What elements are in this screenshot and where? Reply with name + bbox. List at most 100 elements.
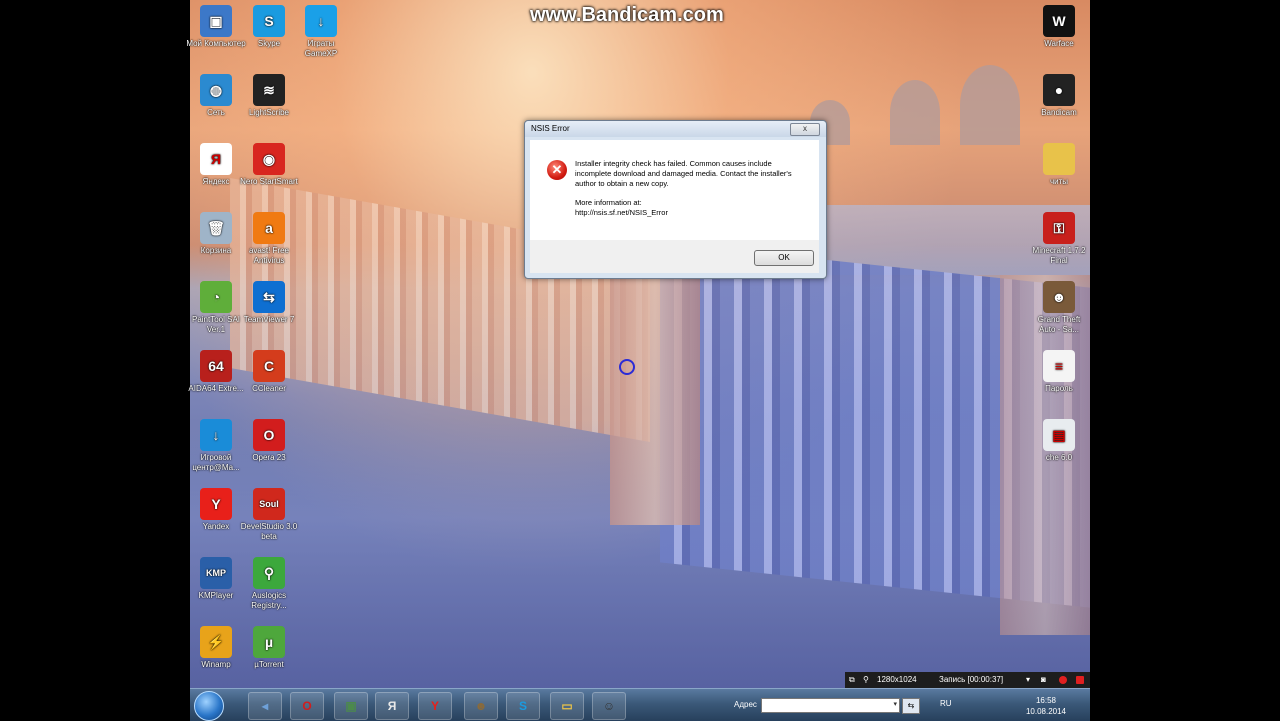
- desktop-icon[interactable]: читы: [1029, 143, 1089, 187]
- game-app-icon: ☺: [602, 699, 616, 713]
- language-indicator[interactable]: RU: [940, 699, 952, 708]
- yandex-icon: Я: [200, 143, 232, 175]
- desktop-icon[interactable]: C CCleaner: [239, 350, 299, 394]
- desktop-icon-label: µTorrent: [254, 660, 284, 669]
- desktop-icon-label: Grand Theft Auto - Sa...: [1037, 315, 1081, 334]
- taskbar-explorer-folder-icon[interactable]: ▭: [550, 692, 584, 720]
- desktop-icon[interactable]: W Warface: [1029, 5, 1089, 49]
- desktop-icon-label: Minecraft 1.7.2 Final: [1032, 246, 1086, 265]
- folder-icon: [1043, 143, 1075, 175]
- dialog-close-button[interactable]: x: [790, 123, 820, 136]
- warface-icon: W: [1043, 5, 1075, 37]
- desktop-icon[interactable]: ↓ Игровой центр@Ma...: [186, 419, 246, 473]
- recording-resolution: 1280x1024: [877, 675, 917, 684]
- nero-icon: ◉: [253, 143, 285, 175]
- utorrent-icon: µ: [253, 626, 285, 658]
- desktop-icon-label: Auslogics Registry...: [251, 591, 287, 610]
- winamp-icon: ⚡: [200, 626, 232, 658]
- desktop-icon[interactable]: ◉ Nero StartSmart: [239, 143, 299, 187]
- desktop-icon-label: Играты GameXP: [304, 39, 338, 58]
- desktop-icon-label: Opera 23: [252, 453, 286, 462]
- desktop-icon[interactable]: ⚡ Winamp: [186, 626, 246, 670]
- opera-icon: O: [302, 699, 312, 713]
- start-button[interactable]: [194, 691, 224, 721]
- desktop-icon-label: avast! Free Antivirus: [248, 246, 289, 265]
- address-go-button[interactable]: ⇆: [902, 698, 920, 714]
- desktop-icon-label: KMPlayer: [198, 591, 234, 600]
- desktop-icon[interactable]: 64 AIDA64 Extre...: [186, 350, 246, 394]
- avast-icon: a: [253, 212, 285, 244]
- desktop-icon[interactable]: KMP KMPlayer: [186, 557, 246, 601]
- desktop-icon-label: CCleaner: [252, 384, 286, 393]
- develstudio-icon: Soul: [253, 488, 285, 520]
- lightscribe-icon: ≋: [253, 74, 285, 106]
- desktop-icon[interactable]: Soul DevelStudio 3.0 beta: [239, 488, 299, 542]
- network-globe-icon: ◍: [200, 74, 232, 106]
- desktop-icon[interactable]: ▣ Мой Компьютер: [186, 5, 246, 49]
- volume-icon: ◂: [261, 699, 269, 713]
- address-input[interactable]: ▾: [761, 698, 900, 713]
- taskbar-gta-icon[interactable]: ☻: [464, 692, 498, 720]
- desktop-icon[interactable]: ⇆ TeamViewer 7: [239, 281, 299, 325]
- ccleaner-icon: C: [253, 350, 285, 382]
- dialog-titlebar[interactable]: NSIS Error x: [525, 121, 826, 137]
- desktop-icon[interactable]: ⚿ Minecraft 1.7.2 Final: [1029, 212, 1089, 266]
- teamviewer-icon: ⇆: [253, 281, 285, 313]
- desktop-icon[interactable]: O Opera 23: [239, 419, 299, 463]
- desktop-icon[interactable]: ≡ Пароль: [1029, 350, 1089, 394]
- text-file-icon: ≡: [1043, 350, 1075, 382]
- dialog-title: NSIS Error: [531, 124, 570, 133]
- computer-icon: ▣: [200, 5, 232, 37]
- window-icon[interactable]: ⧉: [849, 672, 855, 688]
- desktop-icon-label: Bandicam: [1041, 108, 1077, 117]
- clock-time: 16:58: [1035, 696, 1057, 705]
- record-icon[interactable]: [1059, 676, 1067, 684]
- desktop-icon[interactable]: ≋ LightScribe: [239, 74, 299, 118]
- dropdown-icon[interactable]: ▾: [1026, 672, 1030, 688]
- gta-icon: ☻: [474, 699, 488, 713]
- desktop-icon-label: DevelStudio 3.0 beta: [240, 522, 298, 541]
- taskbar-volume-icon[interactable]: ◂: [248, 692, 282, 720]
- kmplayer-icon: KMP: [200, 557, 232, 589]
- taskbar-skype-icon[interactable]: S: [506, 692, 540, 720]
- taskbar-game-app-icon[interactable]: ☺: [592, 692, 626, 720]
- system-clock[interactable]: 16:58 10.08.2014: [1016, 695, 1076, 717]
- dialog-body: ✕ Installer integrity check has failed. …: [530, 140, 819, 240]
- more-info-label: More information at:: [575, 198, 642, 207]
- recycle-bin-icon: 🗑: [200, 212, 232, 244]
- ok-button[interactable]: OK: [754, 250, 814, 266]
- more-info-url: http://nsis.sf.net/NSIS_Error: [575, 208, 668, 217]
- taskbar-monitor-icon[interactable]: ▣: [334, 692, 368, 720]
- desktop-icon[interactable]: ◍ Сеть: [186, 74, 246, 118]
- gta-sa-icon: ☻: [1043, 281, 1075, 313]
- desktop-icon[interactable]: ⚲ Auslogics Registry...: [239, 557, 299, 611]
- cheat-engine-icon: ▤: [1043, 419, 1075, 451]
- desktop-icon-label: Skype: [257, 39, 281, 48]
- desktop-icon[interactable]: Я Яндекс: [186, 143, 246, 187]
- desktop-icon[interactable]: ● Bandicam: [1029, 74, 1089, 118]
- error-message-text: Installer integrity check has failed. Co…: [575, 159, 792, 188]
- busy-cursor-icon: [619, 359, 635, 375]
- monitor-icon: ▣: [345, 699, 357, 713]
- desktop-icon[interactable]: ◔ PaintTool SAI Ver.1: [186, 281, 246, 335]
- desktop-icon[interactable]: µ µTorrent: [239, 626, 299, 670]
- desktop-icon[interactable]: ▤ che 6.0: [1029, 419, 1089, 463]
- zoom-icon[interactable]: ⚲: [863, 672, 869, 688]
- nsis-error-dialog: NSIS Error x ✕ Installer integrity check…: [524, 120, 827, 279]
- desktop-icon[interactable]: ☻ Grand Theft Auto - Sa...: [1029, 281, 1089, 335]
- chevron-down-icon[interactable]: ▾: [893, 700, 897, 708]
- painttool-sai-icon: ◔: [200, 281, 232, 313]
- aida64-icon: 64: [200, 350, 232, 382]
- taskbar-yandex-browser-icon[interactable]: Y: [418, 692, 452, 720]
- desktop-icon[interactable]: Y Yandex: [186, 488, 246, 532]
- taskbar-opera-icon[interactable]: O: [290, 692, 324, 720]
- desktop-icon[interactable]: S Skype: [239, 5, 299, 49]
- stop-icon[interactable]: [1076, 676, 1084, 684]
- desktop-icon[interactable]: ↓ Играты GameXP: [291, 5, 351, 59]
- taskbar-yandex-icon[interactable]: Я: [375, 692, 409, 720]
- desktop-icon[interactable]: 🗑 Корзина: [186, 212, 246, 256]
- camera-icon[interactable]: ◙: [1041, 672, 1046, 688]
- desktop-icon-label: читы: [1049, 177, 1069, 186]
- desktop-icon[interactable]: a avast! Free Antivirus: [239, 212, 299, 266]
- desktop-icon-label: Пароль: [1045, 384, 1073, 393]
